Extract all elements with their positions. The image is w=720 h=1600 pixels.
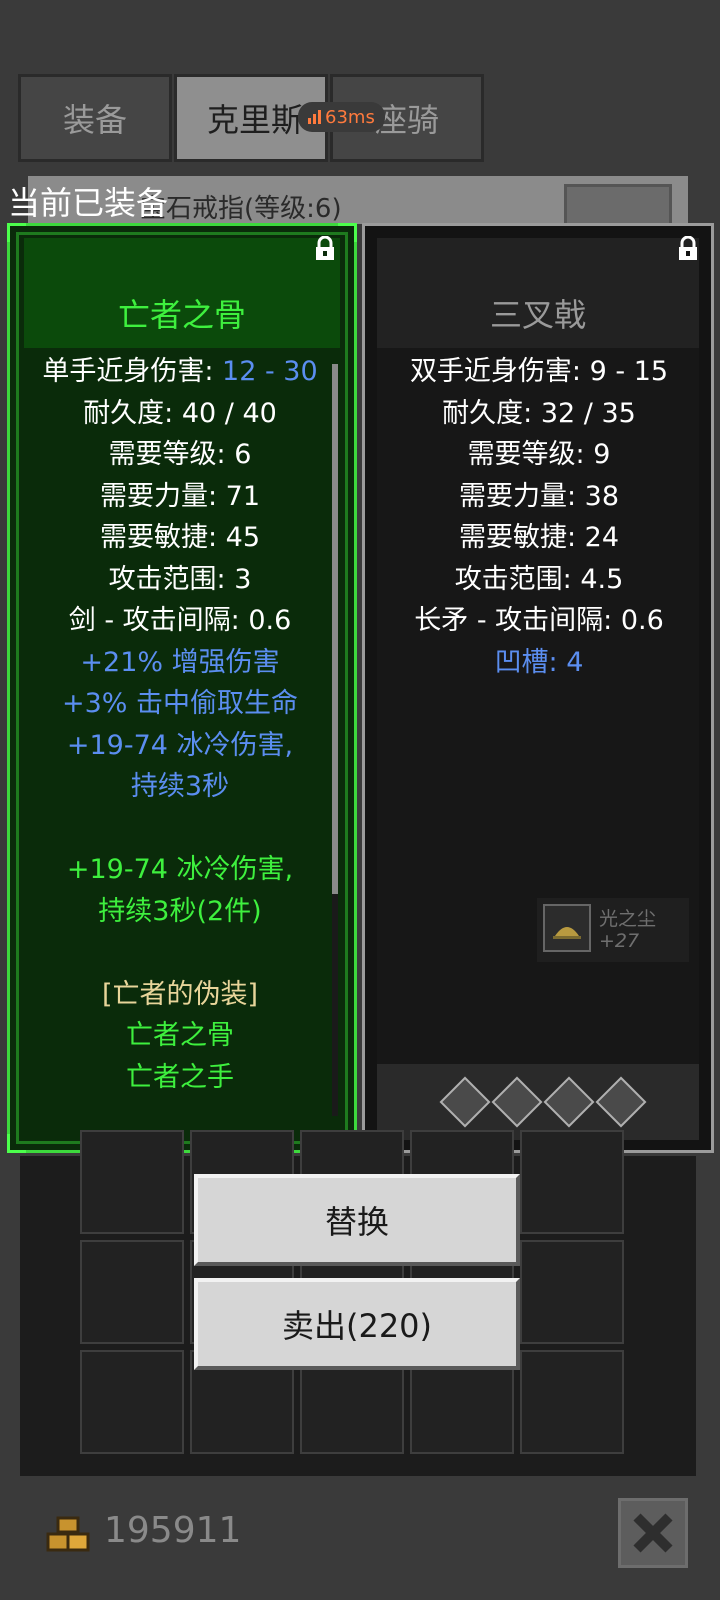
equipped-item-stats[interactable]: 单手近身伤害: 12 - 30 耐久度: 40 / 40 需要等级: 6 需要力量: … [22,351,338,1091]
item-title-bar: 亡者之骨 [24,238,340,348]
stat-line [22,932,338,974]
stat-line: 耐久度: 40 / 40 [83,397,277,429]
inventory-slot[interactable] [520,1350,624,1454]
stat-line: 耐久度: 32 / 35 [442,397,636,429]
empty-socket-icon [439,1076,491,1128]
corner-decoration [7,1134,26,1153]
item-title-bar: 三叉戟 [377,238,699,348]
stat-line: +21% 增强伤害 [80,646,280,678]
inventory-slot[interactable] [80,1130,184,1234]
stat-line: 需要等级: 6 [108,439,252,470]
stat-line [22,808,338,850]
stat-line: 攻击范围: 4.5 [454,563,624,595]
compare-item-stats: 双手近身伤害: 9 - 15 耐久度: 32 / 35 需要等级: 9 需要力量: 3… [381,351,697,683]
empty-socket-icon [543,1076,595,1128]
compare-item-card: 三叉戟 双手近身伤害: 9 - 15 耐久度: 32 / 35 需要等级: 9 需要力… [362,223,714,1153]
empty-socket-icon [491,1076,543,1128]
inventory-slot[interactable] [520,1240,624,1344]
stat-line: +19-74 冰冷伤害, [66,729,294,761]
dust-pile-icon [543,904,591,952]
tab-equipment[interactable]: 装备 [18,74,172,162]
dust-name: 光之尘 [599,908,657,930]
scrollbar-thumb[interactable] [332,364,338,894]
stat-line: 需要力量: 71 [99,480,261,512]
stat-line: 需要力量: 38 [458,480,620,512]
stat-label: 单手近身伤害: [42,356,223,387]
socket-bar [377,1064,699,1140]
stats-scrollbar[interactable] [332,364,338,1116]
stat-line: 持续3秒 [130,771,230,802]
ping-value: 63ms [325,106,375,128]
lock-icon[interactable] [312,236,338,262]
gold-coins-icon [46,1516,90,1552]
equipped-item-name: 亡者之骨 [117,296,246,334]
inventory-slot[interactable] [520,1130,624,1234]
stat-line: +19-74 冰冷伤害, [66,854,294,885]
background-item-slot [564,184,672,228]
compare-item-name: 三叉戟 [489,296,586,334]
inventory-slot[interactable] [80,1350,184,1454]
replace-label: 替换 [324,1203,389,1241]
stat-line: 剑 - 攻击间隔: 0.6 [68,605,292,636]
signal-icon [308,110,321,124]
stat-line: 需要敏捷: 24 [458,522,620,553]
dust-resource: 光之尘 +27 [537,898,689,962]
stat-line: 单手近身伤害: 12 - 30 [22,351,338,393]
sell-label: 卖出(220) [281,1307,433,1345]
gold-amount: 195911 [104,1510,242,1551]
empty-socket-icon [595,1076,647,1128]
background-item-name: 宝石戒指(等级:6) [140,194,342,224]
stat-line: 需要等级: 9 [467,439,611,470]
close-button[interactable] [618,1498,688,1568]
stat-line: [亡者的伪装] [101,978,259,1010]
stat-line: 亡者之手 [126,1061,234,1092]
stat-line: +3% 击中偷取生命 [61,688,299,719]
network-ping-badge: 63ms [298,102,385,132]
corner-decoration [338,223,357,242]
equipped-item-card: 亡者之骨 单手近身伤害: 12 - 30 耐久度: 40 / 40 需要等级: 6 需… [7,223,357,1153]
stat-line: 凹槽: 4 [494,646,584,678]
stat-line: 双手近身伤害: 9 - 15 [409,356,669,387]
stat-line: 需要敏捷: 45 [99,522,261,553]
tab-equipment-label: 装备 [62,101,127,139]
stat-line: 持续3秒(2件) [98,895,262,927]
stat-value: 12 - 30 [222,356,318,387]
replace-button[interactable]: 替换 [194,1174,520,1266]
stat-line: 长矛 - 攻击间隔: 0.6 [414,605,664,636]
stat-line: 攻击范围: 3 [108,563,252,595]
lock-icon[interactable] [675,236,701,262]
dust-count: +27 [599,930,640,952]
close-icon [633,1513,673,1553]
stat-line: 亡者之骨 [126,1020,234,1051]
inventory-slot[interactable] [80,1240,184,1344]
sell-button[interactable]: 卖出(220) [194,1278,520,1370]
equipped-label: 当前已装备 [8,184,169,222]
tab-chris-label: 克里斯 [207,101,304,139]
